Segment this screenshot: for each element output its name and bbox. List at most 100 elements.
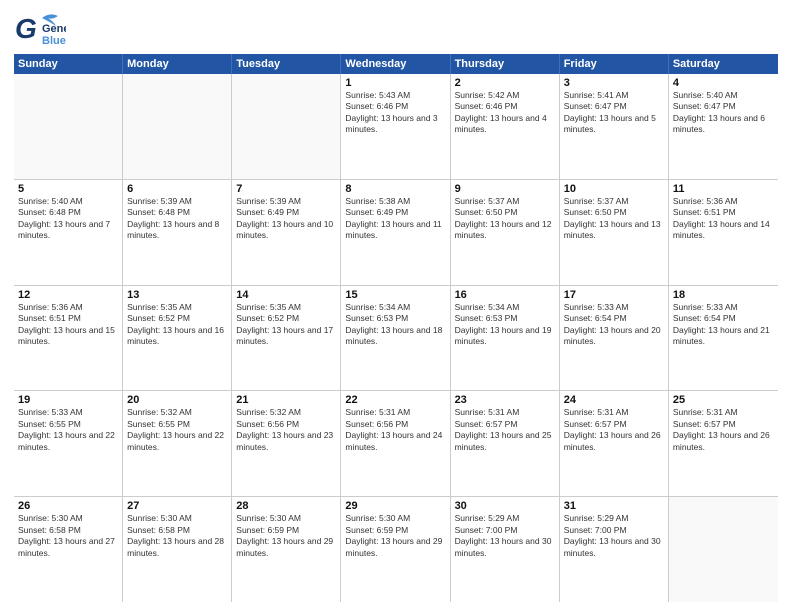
calendar-day-1: 1Sunrise: 5:43 AM Sunset: 6:46 PM Daylig… [341,74,450,179]
weekday-header-friday: Friday [560,54,669,74]
day-number: 21 [236,394,336,406]
calendar-day-19: 19Sunrise: 5:33 AM Sunset: 6:55 PM Dayli… [14,391,123,496]
calendar-day-27: 27Sunrise: 5:30 AM Sunset: 6:58 PM Dayli… [123,497,232,602]
svg-text:Blue: Blue [42,35,66,47]
calendar-day-14: 14Sunrise: 5:35 AM Sunset: 6:52 PM Dayli… [232,286,341,391]
page: G General Blue SundayMondayTuesdayWednes… [0,0,792,612]
day-info: Sunrise: 5:31 AM Sunset: 6:56 PM Dayligh… [345,407,445,453]
calendar-row-3: 19Sunrise: 5:33 AM Sunset: 6:55 PM Dayli… [14,391,778,497]
day-info: Sunrise: 5:35 AM Sunset: 6:52 PM Dayligh… [236,302,336,348]
day-info: Sunrise: 5:35 AM Sunset: 6:52 PM Dayligh… [127,302,227,348]
calendar-day-empty-0-1 [123,74,232,179]
calendar-day-11: 11Sunrise: 5:36 AM Sunset: 6:51 PM Dayli… [669,180,778,285]
calendar-day-21: 21Sunrise: 5:32 AM Sunset: 6:56 PM Dayli… [232,391,341,496]
day-number: 10 [564,183,664,195]
day-number: 14 [236,289,336,301]
day-info: Sunrise: 5:37 AM Sunset: 6:50 PM Dayligh… [455,196,555,242]
day-number: 20 [127,394,227,406]
day-number: 9 [455,183,555,195]
logo: G General Blue [14,10,66,48]
day-info: Sunrise: 5:32 AM Sunset: 6:55 PM Dayligh… [127,407,227,453]
day-number: 19 [18,394,118,406]
day-info: Sunrise: 5:34 AM Sunset: 6:53 PM Dayligh… [345,302,445,348]
day-info: Sunrise: 5:39 AM Sunset: 6:48 PM Dayligh… [127,196,227,242]
day-number: 8 [345,183,445,195]
day-info: Sunrise: 5:34 AM Sunset: 6:53 PM Dayligh… [455,302,555,348]
calendar-day-12: 12Sunrise: 5:36 AM Sunset: 6:51 PM Dayli… [14,286,123,391]
day-number: 4 [673,77,774,89]
day-number: 1 [345,77,445,89]
day-number: 29 [345,500,445,512]
day-number: 6 [127,183,227,195]
calendar-day-31: 31Sunrise: 5:29 AM Sunset: 7:00 PM Dayli… [560,497,669,602]
day-info: Sunrise: 5:33 AM Sunset: 6:54 PM Dayligh… [673,302,774,348]
day-number: 17 [564,289,664,301]
calendar-day-4: 4Sunrise: 5:40 AM Sunset: 6:47 PM Daylig… [669,74,778,179]
day-info: Sunrise: 5:31 AM Sunset: 6:57 PM Dayligh… [564,407,664,453]
calendar-day-empty-0-0 [14,74,123,179]
weekday-header-saturday: Saturday [669,54,778,74]
calendar-day-17: 17Sunrise: 5:33 AM Sunset: 6:54 PM Dayli… [560,286,669,391]
day-number: 23 [455,394,555,406]
day-number: 26 [18,500,118,512]
calendar-day-24: 24Sunrise: 5:31 AM Sunset: 6:57 PM Dayli… [560,391,669,496]
day-info: Sunrise: 5:33 AM Sunset: 6:54 PM Dayligh… [564,302,664,348]
calendar-row-2: 12Sunrise: 5:36 AM Sunset: 6:51 PM Dayli… [14,286,778,392]
calendar-day-28: 28Sunrise: 5:30 AM Sunset: 6:59 PM Dayli… [232,497,341,602]
calendar-day-8: 8Sunrise: 5:38 AM Sunset: 6:49 PM Daylig… [341,180,450,285]
calendar-day-2: 2Sunrise: 5:42 AM Sunset: 6:46 PM Daylig… [451,74,560,179]
calendar: SundayMondayTuesdayWednesdayThursdayFrid… [14,54,778,602]
weekday-header-thursday: Thursday [451,54,560,74]
day-number: 12 [18,289,118,301]
calendar-row-4: 26Sunrise: 5:30 AM Sunset: 6:58 PM Dayli… [14,497,778,602]
day-info: Sunrise: 5:31 AM Sunset: 6:57 PM Dayligh… [455,407,555,453]
svg-text:General: General [42,23,66,35]
logo-icon: G General Blue [14,10,66,48]
day-info: Sunrise: 5:29 AM Sunset: 7:00 PM Dayligh… [564,513,664,559]
day-info: Sunrise: 5:40 AM Sunset: 6:48 PM Dayligh… [18,196,118,242]
day-info: Sunrise: 5:42 AM Sunset: 6:46 PM Dayligh… [455,90,555,136]
day-number: 3 [564,77,664,89]
calendar-header: SundayMondayTuesdayWednesdayThursdayFrid… [14,54,778,74]
day-number: 13 [127,289,227,301]
calendar-day-30: 30Sunrise: 5:29 AM Sunset: 7:00 PM Dayli… [451,497,560,602]
calendar-row-0: 1Sunrise: 5:43 AM Sunset: 6:46 PM Daylig… [14,74,778,180]
day-number: 7 [236,183,336,195]
header: G General Blue [14,10,778,48]
day-number: 28 [236,500,336,512]
day-info: Sunrise: 5:31 AM Sunset: 6:57 PM Dayligh… [673,407,774,453]
calendar-day-15: 15Sunrise: 5:34 AM Sunset: 6:53 PM Dayli… [341,286,450,391]
day-number: 18 [673,289,774,301]
day-number: 15 [345,289,445,301]
calendar-day-26: 26Sunrise: 5:30 AM Sunset: 6:58 PM Dayli… [14,497,123,602]
calendar-day-18: 18Sunrise: 5:33 AM Sunset: 6:54 PM Dayli… [669,286,778,391]
calendar-day-16: 16Sunrise: 5:34 AM Sunset: 6:53 PM Dayli… [451,286,560,391]
calendar-day-empty-4-6 [669,497,778,602]
calendar-day-29: 29Sunrise: 5:30 AM Sunset: 6:59 PM Dayli… [341,497,450,602]
day-number: 31 [564,500,664,512]
day-info: Sunrise: 5:37 AM Sunset: 6:50 PM Dayligh… [564,196,664,242]
calendar-day-23: 23Sunrise: 5:31 AM Sunset: 6:57 PM Dayli… [451,391,560,496]
day-info: Sunrise: 5:30 AM Sunset: 6:59 PM Dayligh… [236,513,336,559]
day-info: Sunrise: 5:30 AM Sunset: 6:58 PM Dayligh… [127,513,227,559]
calendar-day-empty-0-2 [232,74,341,179]
day-info: Sunrise: 5:39 AM Sunset: 6:49 PM Dayligh… [236,196,336,242]
day-info: Sunrise: 5:41 AM Sunset: 6:47 PM Dayligh… [564,90,664,136]
calendar-day-13: 13Sunrise: 5:35 AM Sunset: 6:52 PM Dayli… [123,286,232,391]
day-number: 24 [564,394,664,406]
day-info: Sunrise: 5:36 AM Sunset: 6:51 PM Dayligh… [673,196,774,242]
day-number: 25 [673,394,774,406]
calendar-row-1: 5Sunrise: 5:40 AM Sunset: 6:48 PM Daylig… [14,180,778,286]
calendar-day-22: 22Sunrise: 5:31 AM Sunset: 6:56 PM Dayli… [341,391,450,496]
calendar-day-9: 9Sunrise: 5:37 AM Sunset: 6:50 PM Daylig… [451,180,560,285]
day-info: Sunrise: 5:29 AM Sunset: 7:00 PM Dayligh… [455,513,555,559]
calendar-body: 1Sunrise: 5:43 AM Sunset: 6:46 PM Daylig… [14,74,778,602]
day-info: Sunrise: 5:30 AM Sunset: 6:59 PM Dayligh… [345,513,445,559]
day-number: 2 [455,77,555,89]
calendar-day-5: 5Sunrise: 5:40 AM Sunset: 6:48 PM Daylig… [14,180,123,285]
calendar-day-20: 20Sunrise: 5:32 AM Sunset: 6:55 PM Dayli… [123,391,232,496]
day-info: Sunrise: 5:30 AM Sunset: 6:58 PM Dayligh… [18,513,118,559]
calendar-day-6: 6Sunrise: 5:39 AM Sunset: 6:48 PM Daylig… [123,180,232,285]
day-number: 11 [673,183,774,195]
day-info: Sunrise: 5:38 AM Sunset: 6:49 PM Dayligh… [345,196,445,242]
